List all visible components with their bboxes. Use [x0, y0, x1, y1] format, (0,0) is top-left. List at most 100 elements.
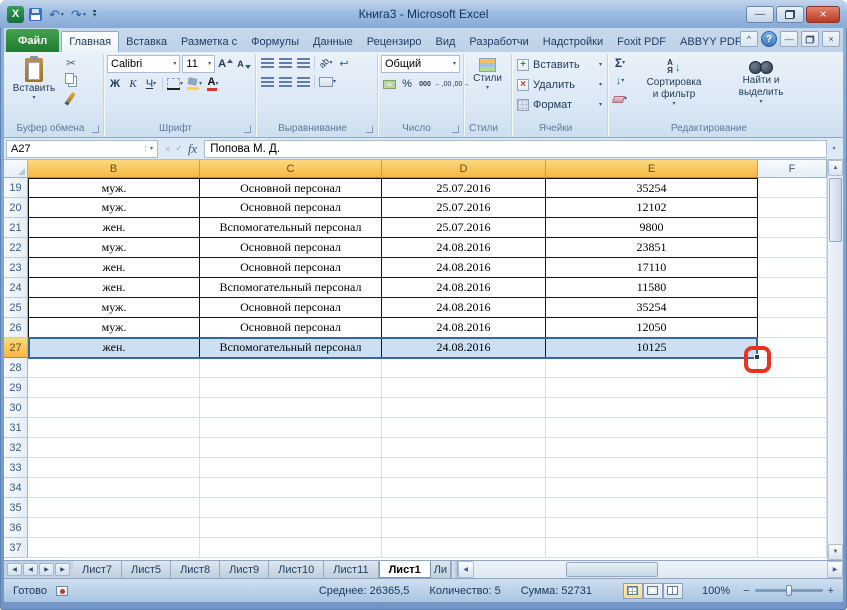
dialog-launcher-icon[interactable] — [244, 126, 251, 133]
align-center-button[interactable] — [277, 74, 293, 90]
ribbon-tab-Главная[interactable]: Главная — [61, 31, 119, 52]
italic-button[interactable]: К — [125, 76, 141, 92]
cell-D34[interactable] — [382, 478, 546, 498]
row-header-32[interactable]: 32 — [4, 438, 28, 458]
row-header-37[interactable]: 37 — [4, 538, 28, 558]
align-left-button[interactable] — [259, 74, 275, 90]
bold-button[interactable]: Ж — [107, 76, 123, 92]
format-cells-button[interactable]: Формат▾ — [515, 95, 604, 114]
enter-icon[interactable]: ✓ — [175, 143, 183, 154]
next-sheet-button[interactable]: ▶ — [39, 563, 54, 576]
cell-F36[interactable] — [758, 518, 827, 538]
cell-F32[interactable] — [758, 438, 827, 458]
cell-C23[interactable]: Основной персонал — [200, 258, 382, 278]
workbook-minimize-button[interactable]: — — [780, 31, 798, 47]
cell-D28[interactable] — [382, 358, 546, 378]
sheet-tab-Лист8[interactable]: Лист8 — [171, 561, 220, 578]
zoom-track[interactable] — [755, 589, 823, 592]
redo-button[interactable]: ↷▾ — [69, 6, 88, 23]
scroll-down-button[interactable]: ▼ — [828, 544, 843, 560]
cell-D23[interactable]: 24.08.2016 — [382, 258, 546, 278]
font-name-select[interactable]: Calibri▾ — [107, 55, 180, 73]
sheet-tab-Лист7[interactable]: Лист7 — [73, 561, 122, 578]
ribbon-tab-Foxit PDF[interactable]: Foxit PDF — [610, 31, 673, 52]
cell-F26[interactable] — [758, 318, 827, 338]
horizontal-scroll-thumb[interactable] — [566, 562, 658, 577]
cell-E19[interactable]: 35254 — [546, 178, 758, 198]
cell-F23[interactable] — [758, 258, 827, 278]
grow-font-button[interactable]: А — [217, 56, 234, 72]
vertical-scrollbar[interactable]: ▲ ▼ — [827, 160, 843, 560]
name-box[interactable]: A27▾ — [6, 140, 158, 158]
font-size-select[interactable]: 11▾ — [182, 55, 215, 73]
sheet-tab-Лист11[interactable]: Лист11 — [324, 561, 378, 578]
cell-B25[interactable]: муж. — [28, 298, 200, 318]
cell-E36[interactable] — [546, 518, 758, 538]
cell-B27[interactable]: жен. — [28, 338, 200, 358]
insert-function-button[interactable]: fx — [188, 141, 197, 157]
cell-C37[interactable] — [200, 538, 382, 558]
cell-C34[interactable] — [200, 478, 382, 498]
row-header-25[interactable]: 25 — [4, 298, 28, 318]
ribbon-tab-Разметка с[interactable]: Разметка с — [174, 31, 244, 52]
chevron-down-icon[interactable]: ▾ — [83, 11, 86, 18]
chevron-down-icon[interactable]: ▾ — [61, 11, 64, 18]
autosum-button[interactable]: Σ▾ — [612, 55, 628, 71]
cell-D31[interactable] — [382, 418, 546, 438]
cell-E32[interactable] — [546, 438, 758, 458]
cell-B31[interactable] — [28, 418, 200, 438]
cell-B26[interactable]: муж. — [28, 318, 200, 338]
cell-F35[interactable] — [758, 498, 827, 518]
cell-F22[interactable] — [758, 238, 827, 258]
sheet-tab-Ли[interactable]: Ли — [431, 561, 451, 578]
find-select-button[interactable]: Найти и выделить ▾ — [720, 55, 802, 105]
wrap-text-button[interactable]: ↩ — [336, 55, 352, 71]
formula-input[interactable]: Попова М. Д. — [204, 140, 827, 158]
cell-B21[interactable]: жен. — [28, 218, 200, 238]
cell-F34[interactable] — [758, 478, 827, 498]
fill-color-button[interactable]: ▾ — [186, 76, 203, 92]
scroll-up-button[interactable]: ▲ — [828, 160, 843, 176]
page-layout-view-button[interactable] — [643, 583, 663, 599]
cell-D37[interactable] — [382, 538, 546, 558]
cell-C22[interactable]: Основной персонал — [200, 238, 382, 258]
align-right-button[interactable] — [295, 74, 311, 90]
orientation-button[interactable]: ab▾ — [318, 55, 334, 71]
ribbon-tab-ABBYY PDF[interactable]: ABBYY PDF — [673, 31, 749, 52]
expand-formula-bar-button[interactable]: ▾ — [827, 145, 841, 152]
ribbon-tab-Данные[interactable]: Данные — [306, 31, 360, 52]
row-header-29[interactable]: 29 — [4, 378, 28, 398]
cell-D32[interactable] — [382, 438, 546, 458]
dialog-launcher-icon[interactable] — [366, 126, 373, 133]
cell-D36[interactable] — [382, 518, 546, 538]
row-header-20[interactable]: 20 — [4, 198, 28, 218]
ribbon-tab-Разработчи[interactable]: Разработчи — [462, 31, 535, 52]
comma-format-button[interactable]: 000 — [417, 76, 433, 92]
cell-B33[interactable] — [28, 458, 200, 478]
row-header-19[interactable]: 19 — [4, 178, 28, 198]
customize-qat-button[interactable]: ▾ — [91, 6, 99, 23]
accounting-format-button[interactable] — [381, 76, 397, 92]
vertical-scroll-track[interactable] — [828, 176, 843, 544]
cell-C26[interactable]: Основной персонал — [200, 318, 382, 338]
cell-B23[interactable]: жен. — [28, 258, 200, 278]
cell-E30[interactable] — [546, 398, 758, 418]
cell-B37[interactable] — [28, 538, 200, 558]
cell-C27[interactable]: Вспомогательный персонал — [200, 338, 382, 358]
cell-F21[interactable] — [758, 218, 827, 238]
cell-C35[interactable] — [200, 498, 382, 518]
format-painter-button[interactable] — [63, 89, 79, 105]
previous-sheet-button[interactable]: ◀ — [23, 563, 38, 576]
cell-D33[interactable] — [382, 458, 546, 478]
scroll-right-button[interactable]: ▶ — [827, 561, 843, 578]
percent-format-button[interactable]: % — [399, 76, 415, 92]
styles-button[interactable]: Стили ▾ — [467, 55, 508, 91]
horizontal-scrollbar[interactable]: ◀ ▶ — [458, 561, 843, 578]
save-button[interactable] — [27, 6, 44, 23]
cell-C31[interactable] — [200, 418, 382, 438]
last-sheet-button[interactable]: ▶ — [55, 563, 70, 576]
cell-F19[interactable] — [758, 178, 827, 198]
col-header-F[interactable]: F — [758, 160, 827, 178]
cell-E27[interactable]: 10125 — [546, 338, 758, 358]
cell-B34[interactable] — [28, 478, 200, 498]
